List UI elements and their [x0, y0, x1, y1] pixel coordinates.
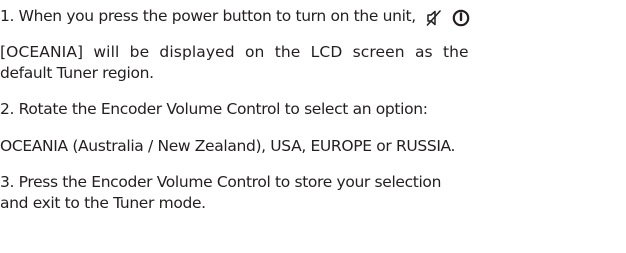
step-1-text: 1. When you press the power button to tu… [0, 7, 416, 25]
step-2-options: OCEANIA (Australia / New Zealand), USA, … [0, 137, 456, 155]
manual-page: 1. When you press the power button to tu… [0, 0, 626, 253]
step-1-detail-line-1: [OCEANIA] will be displayed on the LCD s… [0, 43, 469, 61]
step-2-text: 2. Rotate the Encoder Volume Control to … [0, 100, 428, 118]
mute-speaker-icon [426, 9, 442, 27]
step-3-line-2: and exit to the Tuner mode. [0, 194, 206, 212]
step-3-line-1: 3. Press the Encoder Volume Control to s… [0, 173, 442, 191]
power-icon [452, 9, 470, 27]
step-1-icons [426, 9, 470, 29]
step-1-detail-line-2: default Tuner region. [0, 64, 154, 82]
step-1-line: 1. When you press the power button to tu… [0, 6, 470, 29]
